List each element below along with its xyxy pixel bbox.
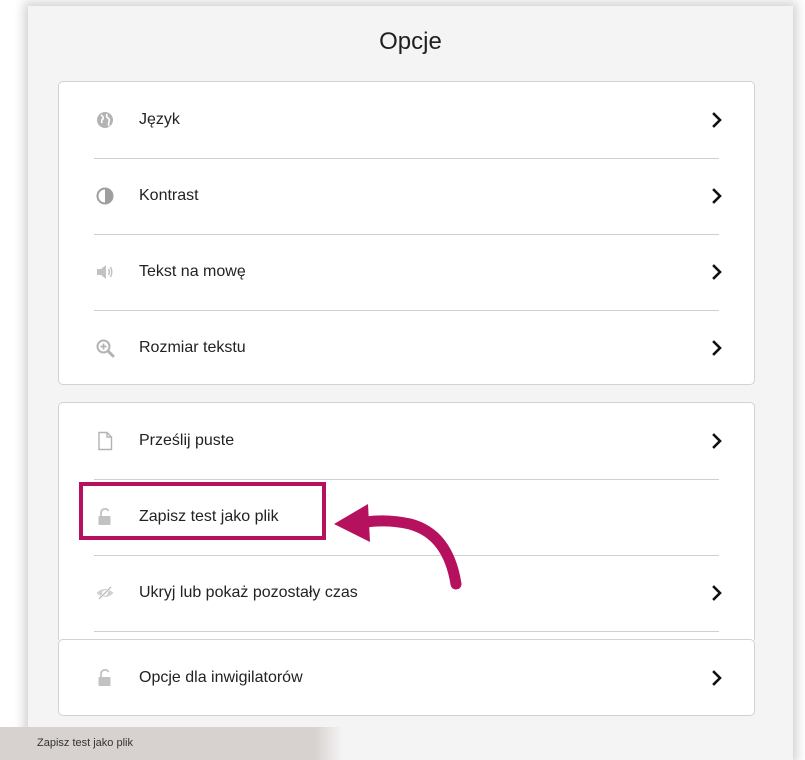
- option-language[interactable]: Język: [59, 82, 754, 158]
- divider: [94, 631, 719, 632]
- unlock-icon: [98, 669, 111, 686]
- option-label: Rozmiar tekstu: [139, 339, 246, 356]
- tooltip-text: Zapisz test jako plik: [37, 737, 133, 749]
- globe-icon: [97, 112, 113, 128]
- option-label: Kontrast: [139, 187, 199, 204]
- option-contrast[interactable]: Kontrast: [59, 158, 754, 234]
- eye-slash-icon: [96, 586, 114, 600]
- chevron-right-icon: [712, 670, 722, 686]
- option-label: Prześlij puste: [139, 432, 235, 449]
- option-label: Ukryj lub pokaż pozostały czas: [139, 584, 358, 601]
- option-label: Opcje dla inwigilatorów: [139, 669, 303, 686]
- tooltip: Zapisz test jako plik: [0, 727, 342, 760]
- option-label: Zapisz test jako plik: [139, 508, 279, 525]
- option-text-to-speech[interactable]: Tekst na mowę: [59, 234, 754, 310]
- options-panel: Opcje Język Kontrast Tekst na mowę Rozmi…: [28, 6, 793, 760]
- options-group-general: Język Kontrast Tekst na mowę Rozmiar tek…: [58, 81, 755, 385]
- chevron-right-icon: [712, 188, 722, 204]
- speaker-icon: [97, 265, 113, 279]
- option-label: Tekst na mowę: [139, 263, 246, 280]
- zoom-in-icon: [96, 339, 115, 358]
- document-icon: [98, 431, 113, 451]
- unlock-icon: [98, 508, 111, 525]
- page-title: Opcje: [379, 28, 442, 55]
- chevron-right-icon: [712, 112, 722, 128]
- chevron-right-icon: [712, 340, 722, 356]
- callout-arrow-icon: [334, 504, 462, 590]
- option-invigilator-options[interactable]: Opcje dla inwigilatorów: [59, 640, 754, 716]
- option-submit-empty[interactable]: Prześlij puste: [59, 403, 754, 479]
- chevron-right-icon: [712, 433, 722, 449]
- chevron-right-icon: [712, 585, 722, 601]
- chevron-right-icon: [712, 264, 722, 280]
- option-text-size[interactable]: Rozmiar tekstu: [59, 310, 754, 386]
- option-label: Język: [139, 111, 180, 128]
- options-group-invigilators: Opcje dla inwigilatorów: [58, 639, 755, 716]
- contrast-icon: [96, 187, 114, 205]
